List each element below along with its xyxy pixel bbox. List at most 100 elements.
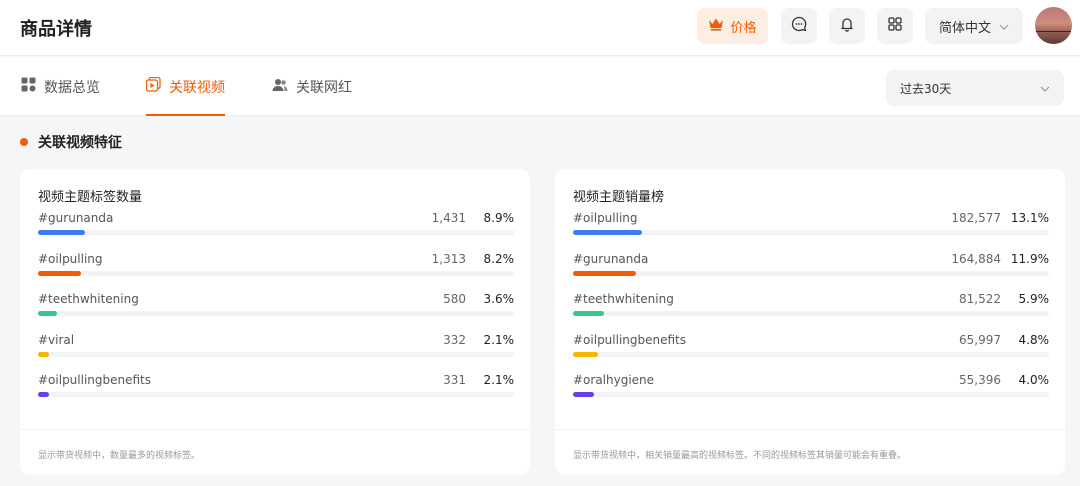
hashtag-label[interactable]: #teethwhitening <box>38 292 139 306</box>
share-percent: 8.2% <box>483 251 515 266</box>
language-label: 简体中文 <box>938 20 991 36</box>
card-title: 视频主题标签数量 <box>38 190 143 205</box>
progress-track <box>573 311 1049 316</box>
date-range-value: 过去30天 <box>900 81 952 96</box>
tag-count-list: #gurunanda 1,431 8.9% #oilpulling 1,313 … <box>38 211 514 414</box>
chevron-down-icon <box>1040 81 1050 95</box>
tab-label: 数据总览 <box>44 79 100 96</box>
sales-count: 182,577 <box>951 211 1001 225</box>
share-percent: 4.8% <box>1018 332 1050 347</box>
hashtag-label[interactable]: #viral <box>38 333 74 347</box>
progress-fill <box>38 270 82 276</box>
share-percent: 13.1% <box>1010 211 1049 225</box>
progress-track <box>38 351 514 357</box>
tab-label: 关联视频 <box>169 79 225 96</box>
grid-icon <box>887 16 903 36</box>
top-bar: 商品详情 价格 简体中文 <box>0 0 1080 56</box>
tab-related-videos[interactable]: 关联视频 <box>145 57 225 116</box>
price-button[interactable]: 价格 <box>697 8 768 44</box>
video-count: 332 <box>443 332 466 347</box>
card-title: 视频主题销量榜 <box>573 190 665 205</box>
share-percent: 5.9% <box>1018 292 1050 306</box>
notifications-button[interactable] <box>829 8 865 44</box>
card-divider <box>555 429 1065 430</box>
share-percent: 4.0% <box>1018 373 1050 387</box>
users-icon <box>272 78 288 96</box>
progress-track <box>38 392 514 397</box>
hashtag-label[interactable]: #oilpulling <box>573 211 638 225</box>
list-item: #gurunanda 1,431 8.9% <box>38 211 514 252</box>
card-footnote: 显示带货视频中，数量最多的视频标签。 <box>38 451 201 461</box>
video-count: 1,431 <box>431 211 466 225</box>
progress-track <box>573 392 1049 397</box>
progress-fill <box>38 230 86 235</box>
share-percent: 2.1% <box>483 373 515 387</box>
page-title: 商品详情 <box>20 19 92 40</box>
tab-related-influencers[interactable]: 关联网红 <box>272 57 352 116</box>
hashtag-label[interactable]: #oilpullingbenefits <box>573 333 686 347</box>
progress-track <box>38 270 514 276</box>
list-item: #viral 332 2.1% <box>38 333 514 374</box>
hashtag-label[interactable]: #oilpullingbenefits <box>38 373 151 387</box>
list-item: #oilpulling 1,313 8.2% <box>38 252 514 293</box>
share-percent: 3.6% <box>483 292 515 306</box>
bell-icon <box>839 16 855 36</box>
list-item: #oilpullingbenefits 331 2.1% <box>38 373 514 414</box>
list-item: #oralhygiene 55,396 4.0% <box>573 373 1049 414</box>
progress-fill <box>573 392 595 397</box>
sales-count: 55,396 <box>959 373 1001 387</box>
hashtag-label[interactable]: #oralhygiene <box>573 373 654 387</box>
tab-overview[interactable]: 数据总览 <box>21 57 100 116</box>
progress-track <box>38 230 514 235</box>
list-item: #oilpulling 182,577 13.1% <box>573 211 1049 252</box>
sales-count: 81,522 <box>959 292 1001 306</box>
hashtag-label[interactable]: #oilpulling <box>38 252 103 266</box>
share-percent: 11.9% <box>1010 251 1049 266</box>
messages-button[interactable] <box>781 8 817 44</box>
share-percent: 2.1% <box>483 332 515 347</box>
tab-label: 关联网红 <box>296 79 352 96</box>
user-avatar[interactable] <box>1035 7 1072 44</box>
list-item: #teethwhitening 580 3.6% <box>38 292 514 333</box>
section-title: 关联视频特征 <box>38 135 122 151</box>
sales-count: 65,997 <box>959 332 1001 347</box>
progress-track <box>573 351 1049 357</box>
progress-fill <box>38 392 50 397</box>
share-percent: 8.9% <box>483 211 515 225</box>
apps-button[interactable] <box>877 8 913 44</box>
progress-track <box>38 311 514 316</box>
progress-fill <box>38 351 50 357</box>
list-item: #oilpullingbenefits 65,997 4.8% <box>573 333 1049 374</box>
video-icon <box>145 76 161 96</box>
progress-fill <box>573 311 605 316</box>
tag-sales-card: 视频主题销量榜 #oilpulling 182,577 13.1% #gurun… <box>555 169 1065 475</box>
list-item: #gurunanda 164,884 11.9% <box>573 252 1049 293</box>
section-heading: 关联视频特征 <box>20 132 122 152</box>
progress-fill <box>573 351 599 357</box>
language-selector[interactable]: 简体中文 <box>925 8 1023 44</box>
date-range-select[interactable]: 过去30天 <box>886 70 1064 106</box>
list-item: #teethwhitening 81,522 5.9% <box>573 292 1049 333</box>
tag-count-card: 视频主题标签数量 #gurunanda 1,431 8.9% #oilpulli… <box>20 169 530 475</box>
progress-track <box>573 230 1049 235</box>
dashboard-icon <box>21 77 36 96</box>
progress-fill <box>573 270 637 276</box>
video-count: 580 <box>443 292 466 306</box>
section-dot <box>20 138 28 146</box>
tab-bar: 数据总览 关联视频 关联网红 过去30天 <box>0 57 1080 116</box>
video-count: 331 <box>443 373 466 387</box>
card-divider <box>20 429 530 430</box>
video-count: 1,313 <box>431 251 466 266</box>
progress-fill <box>573 230 643 235</box>
price-label: 价格 <box>730 20 757 36</box>
hashtag-label[interactable]: #gurunanda <box>573 252 648 266</box>
hashtag-label[interactable]: #gurunanda <box>38 211 113 225</box>
crown-icon <box>708 17 724 35</box>
chat-icon <box>791 16 807 36</box>
progress-fill <box>38 311 58 316</box>
progress-track <box>573 270 1049 276</box>
card-footnote: 显示带货视频中，相关销量最高的视频标签。不同的视频标签其销量可能会有重叠。 <box>573 451 907 461</box>
hashtag-label[interactable]: #teethwhitening <box>573 292 674 306</box>
tag-sales-list: #oilpulling 182,577 13.1% #gurunanda 164… <box>573 211 1049 414</box>
sales-count: 164,884 <box>951 251 1001 266</box>
